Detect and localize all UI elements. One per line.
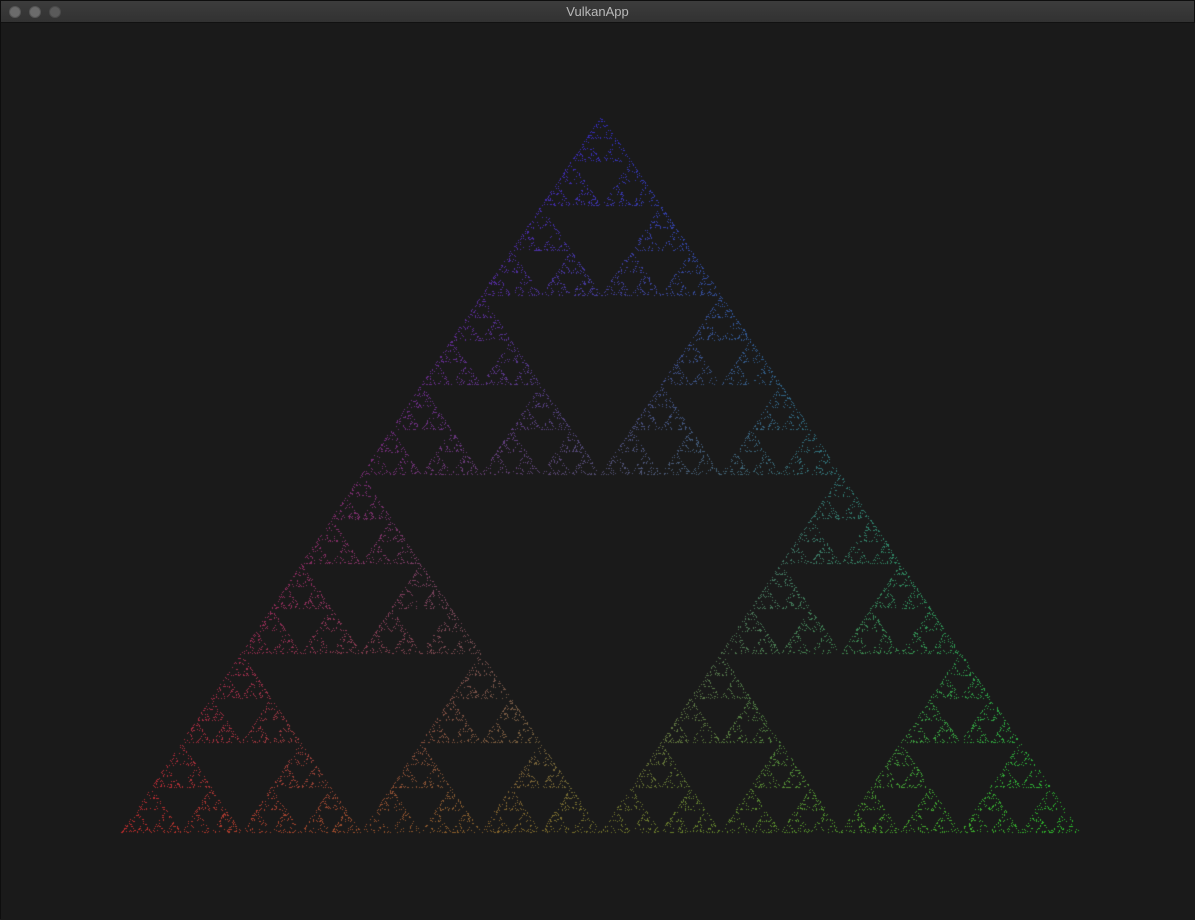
window-title: VulkanApp — [566, 4, 629, 19]
render-viewport[interactable] — [1, 23, 1195, 920]
title-bar[interactable]: VulkanApp — [1, 1, 1194, 23]
sierpinski-canvas — [1, 23, 1195, 920]
app-window: VulkanApp — [0, 0, 1195, 920]
